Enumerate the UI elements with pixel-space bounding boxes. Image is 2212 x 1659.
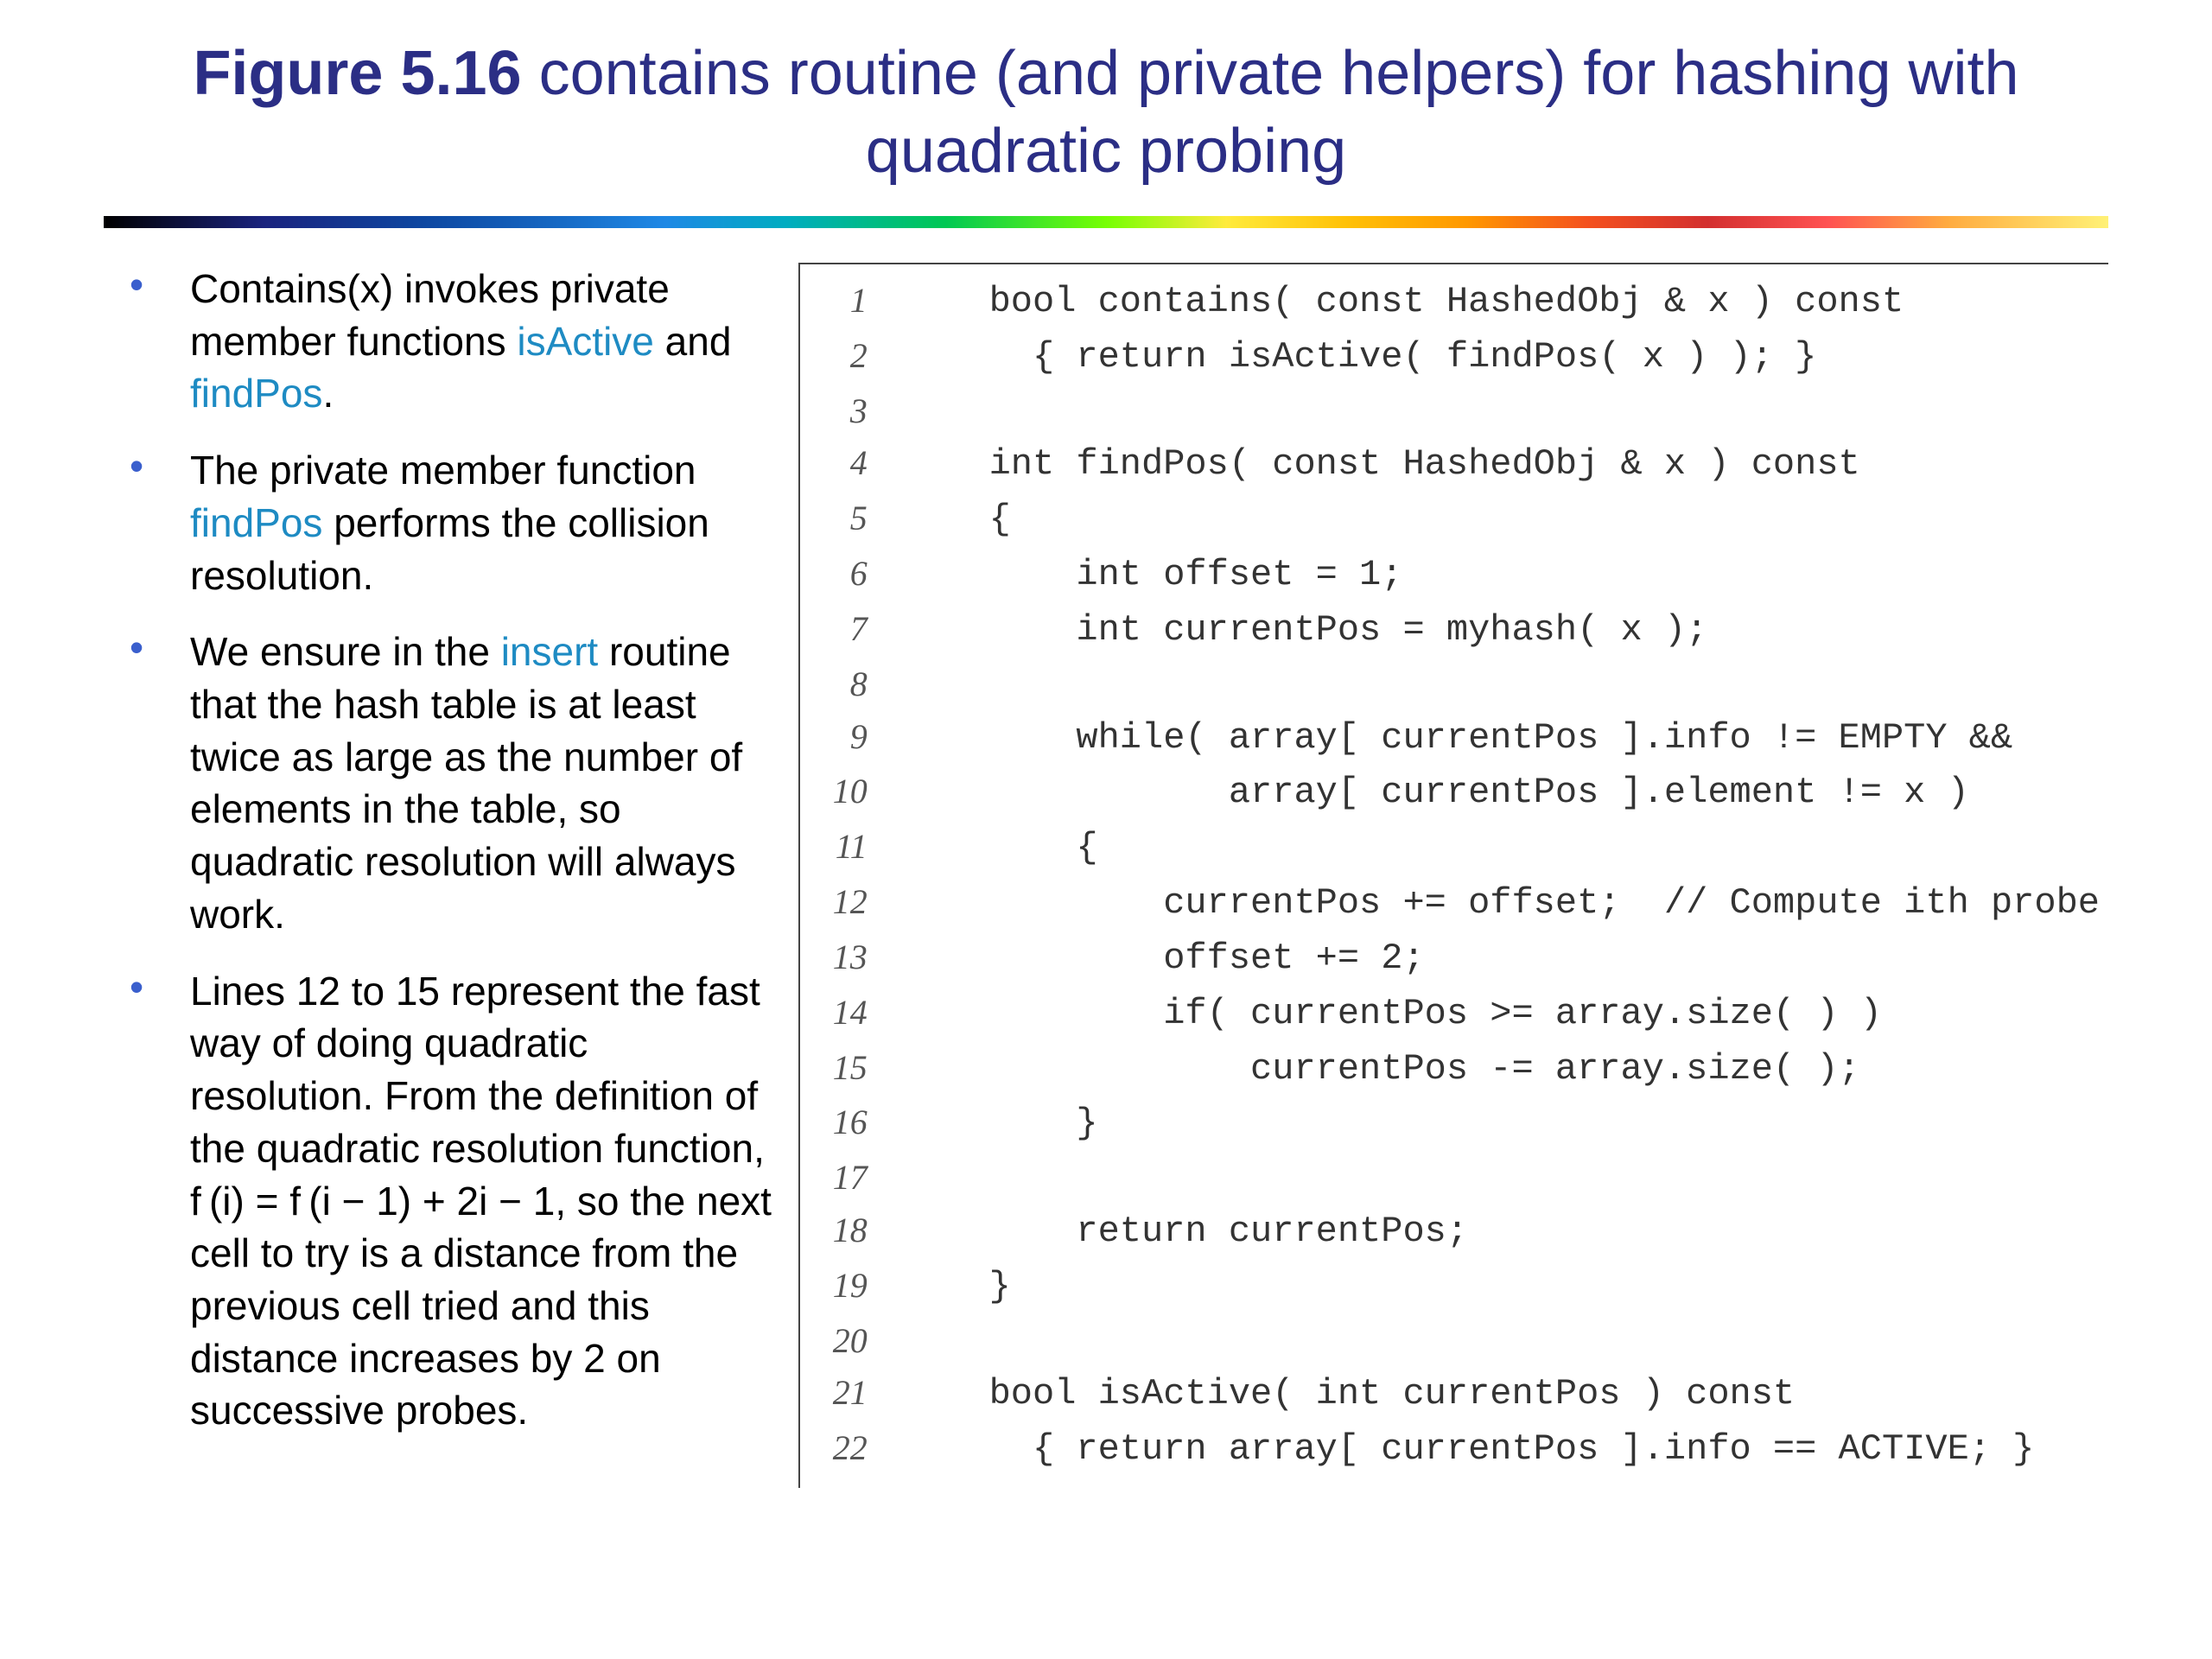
line-number: 20 (800, 1315, 902, 1368)
code-line: 18 return currentPos; (800, 1205, 2100, 1260)
code-line: 4 int findPos( const HashedObj & x ) con… (800, 437, 2100, 493)
code-line: 5 { (800, 493, 2100, 548)
code-text (902, 385, 2100, 438)
line-number: 15 (800, 1042, 902, 1097)
code-text: offset += 2; (902, 931, 2100, 987)
line-number: 13 (800, 931, 902, 987)
line-number: 10 (800, 766, 902, 821)
code-text (902, 658, 2100, 711)
code-text: return currentPos; (902, 1205, 2100, 1260)
line-number: 5 (800, 493, 902, 548)
line-number: 1 (800, 275, 902, 330)
code-line: 13 offset += 2; (800, 931, 2100, 987)
code-text: int offset = 1; (902, 548, 2100, 603)
bullet-list: Contains(x) invokes private member funct… (130, 263, 772, 1461)
line-number: 17 (800, 1152, 902, 1205)
bullet-item: We ensure in the insert routine that the… (130, 626, 772, 964)
line-number: 19 (800, 1260, 902, 1315)
code-line: 19 } (800, 1260, 2100, 1315)
code-text: { (902, 821, 2100, 876)
slide-body: Contains(x) invokes private member funct… (0, 263, 2212, 1488)
code-line: 12 currentPos += offset; // Compute ith … (800, 876, 2100, 931)
line-number: 3 (800, 385, 902, 438)
bullet-text: . (322, 371, 334, 416)
keyword: findPos (190, 500, 322, 545)
line-number: 14 (800, 987, 902, 1042)
code-line: 20 (800, 1315, 2100, 1368)
code-text (902, 1315, 2100, 1368)
code-text: } (902, 1096, 2100, 1152)
code-text: bool isActive( int currentPos ) const (902, 1367, 2100, 1422)
line-number: 22 (800, 1422, 902, 1478)
code-listing: 1 bool contains( const HashedObj & x ) c… (800, 275, 2100, 1478)
bullet-text: The private member function (190, 448, 696, 493)
slide: Figure 5.16 contains routine (and privat… (0, 0, 2212, 1659)
line-number: 16 (800, 1096, 902, 1152)
code-text: { return array[ currentPos ].info == ACT… (902, 1422, 2100, 1478)
keyword: insert (501, 629, 598, 674)
code-text: { return isActive( findPos( x ) ); } (902, 330, 2100, 385)
code-line: 14 if( currentPos >= array.size( ) ) (800, 987, 2100, 1042)
line-number: 21 (800, 1367, 902, 1422)
line-number: 11 (800, 821, 902, 876)
figure-ref: Figure 5.16 (193, 39, 521, 108)
bullet-item: Contains(x) invokes private member funct… (130, 263, 772, 444)
code-line: 21 bool isActive( int currentPos ) const (800, 1367, 2100, 1422)
bullet-text: and (654, 319, 732, 364)
bullet-text: routine that the hash table is at least … (190, 629, 742, 937)
code-panel: 1 bool contains( const HashedObj & x ) c… (798, 263, 2108, 1488)
code-text: currentPos += offset; // Compute ith pro… (902, 876, 2100, 931)
code-text: } (902, 1260, 2100, 1315)
line-number: 12 (800, 876, 902, 931)
code-line: 8 (800, 658, 2100, 711)
code-text: int currentPos = myhash( x ); (902, 603, 2100, 658)
line-number: 9 (800, 711, 902, 766)
code-line: 2 { return isActive( findPos( x ) ); } (800, 330, 2100, 385)
bullet-item: The private member function findPos perf… (130, 444, 772, 626)
keyword: isActive (517, 319, 653, 364)
bullet-text: Lines 12 to 15 represent the fast way of… (190, 969, 772, 1433)
code-line: 15 currentPos -= array.size( ); (800, 1042, 2100, 1097)
line-number: 7 (800, 603, 902, 658)
code-line: 11 { (800, 821, 2100, 876)
code-line: 1 bool contains( const HashedObj & x ) c… (800, 275, 2100, 330)
code-line: 9 while( array[ currentPos ].info != EMP… (800, 711, 2100, 766)
bullet-text: We ensure in the (190, 629, 501, 674)
slide-title: Figure 5.16 contains routine (and privat… (0, 0, 2212, 216)
rainbow-divider (104, 216, 2108, 228)
line-number: 4 (800, 437, 902, 493)
code-text: if( currentPos >= array.size( ) ) (902, 987, 2100, 1042)
title-rest: contains routine (and private helpers) f… (522, 39, 2019, 186)
code-text: while( array[ currentPos ].info != EMPTY… (902, 711, 2100, 766)
code-line: 22 { return array[ currentPos ].info == … (800, 1422, 2100, 1478)
code-line: 10 array[ currentPos ].element != x ) (800, 766, 2100, 821)
code-line: 17 (800, 1152, 2100, 1205)
line-number: 2 (800, 330, 902, 385)
code-line: 16 } (800, 1096, 2100, 1152)
bullet-column: Contains(x) invokes private member funct… (130, 263, 772, 1488)
code-text: int findPos( const HashedObj & x ) const (902, 437, 2100, 493)
bullet-item: Lines 12 to 15 represent the fast way of… (130, 965, 772, 1461)
code-text: bool contains( const HashedObj & x ) con… (902, 275, 2100, 330)
line-number: 6 (800, 548, 902, 603)
code-text: array[ currentPos ].element != x ) (902, 766, 2100, 821)
line-number: 18 (800, 1205, 902, 1260)
code-line: 6 int offset = 1; (800, 548, 2100, 603)
code-line: 3 (800, 385, 2100, 438)
keyword: findPos (190, 371, 322, 416)
code-text: currentPos -= array.size( ); (902, 1042, 2100, 1097)
code-line: 7 int currentPos = myhash( x ); (800, 603, 2100, 658)
code-text (902, 1152, 2100, 1205)
line-number: 8 (800, 658, 902, 711)
code-text: { (902, 493, 2100, 548)
